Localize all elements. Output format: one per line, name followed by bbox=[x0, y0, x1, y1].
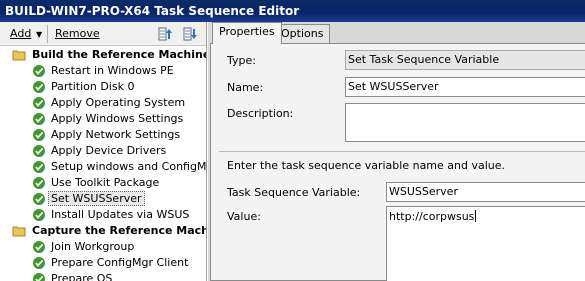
tree-step[interactable]: Prepare OS bbox=[0, 271, 206, 281]
check-icon bbox=[33, 257, 45, 269]
move-up-icon[interactable] bbox=[157, 26, 173, 42]
add-label: Add bbox=[10, 27, 32, 40]
check-icon bbox=[33, 241, 45, 253]
remove-button[interactable]: Remove bbox=[55, 26, 100, 42]
variable-field[interactable]: WSUSServer bbox=[386, 182, 585, 202]
name-field[interactable]: Set WSUSServer bbox=[345, 77, 585, 97]
chevron-down-icon[interactable]: ▼ bbox=[36, 27, 42, 43]
variable-label: Task Sequence Variable: bbox=[227, 186, 361, 199]
step-label: Prepare OS bbox=[51, 272, 113, 281]
step-label: Apply Operating System bbox=[51, 96, 186, 109]
check-icon bbox=[33, 161, 45, 173]
step-label: Use Toolkit Package bbox=[51, 176, 160, 189]
task-sequence-tree-pane: Add ▼ Remove Build the Reference Machine… bbox=[0, 22, 207, 281]
group-label: Build the Reference Machine bbox=[32, 48, 207, 61]
toolbar-divider bbox=[47, 25, 48, 43]
value-field[interactable]: http://corpwsus bbox=[386, 206, 585, 281]
description-field[interactable] bbox=[345, 103, 585, 142]
step-label: Apply Device Drivers bbox=[51, 144, 167, 157]
tree-toolbar: Add ▼ Remove bbox=[0, 22, 206, 46]
folder-icon bbox=[12, 226, 26, 237]
type-label: Type: bbox=[227, 54, 256, 67]
step-label: Apply Windows Settings bbox=[51, 112, 184, 125]
tree-step[interactable]: Join Workgroup bbox=[0, 239, 206, 255]
description-label: Description: bbox=[227, 107, 294, 120]
tree-step-selected[interactable]: Set WSUSServer bbox=[0, 191, 206, 207]
tree-step[interactable]: Apply Network Settings bbox=[0, 127, 206, 143]
tree-step[interactable]: Use Toolkit Package bbox=[0, 175, 206, 191]
tab-properties[interactable]: Properties bbox=[212, 22, 282, 44]
check-icon bbox=[33, 81, 45, 93]
check-icon bbox=[33, 129, 45, 141]
check-icon bbox=[33, 65, 45, 77]
step-label: Set WSUSServer bbox=[48, 191, 145, 206]
type-field: Set Task Sequence Variable bbox=[345, 50, 585, 70]
value-label: Value: bbox=[227, 210, 261, 223]
step-label: Apply Network Settings bbox=[51, 128, 181, 141]
add-menu-button[interactable]: Add bbox=[10, 26, 31, 42]
tree-step[interactable]: Restart in Windows PE bbox=[0, 63, 206, 79]
tree-group-capture[interactable]: Capture the Reference Machin bbox=[0, 223, 207, 239]
check-icon bbox=[33, 177, 45, 189]
tree-step[interactable]: Setup windows and ConfigMgr bbox=[0, 159, 207, 175]
task-sequence-tree: Build the Reference Machine Restart in W… bbox=[0, 47, 207, 281]
tab-strip: Properties Options bbox=[208, 22, 585, 44]
tree-step[interactable]: Partition Disk 0 bbox=[0, 79, 206, 95]
step-label: Setup windows and ConfigMgr bbox=[51, 160, 207, 173]
group-label: Capture the Reference Machin bbox=[32, 224, 207, 237]
instructions-text: Enter the task sequence variable name an… bbox=[227, 159, 506, 172]
check-icon bbox=[33, 273, 45, 281]
text-cursor bbox=[475, 210, 477, 222]
check-icon bbox=[33, 193, 45, 205]
step-label: Restart in Windows PE bbox=[51, 64, 174, 77]
folder-icon bbox=[12, 50, 26, 61]
value-text: http://corpwsus bbox=[389, 210, 475, 223]
step-label: Prepare ConfigMgr Client bbox=[51, 256, 189, 269]
check-icon bbox=[33, 145, 45, 157]
properties-pane: Properties Options Type: Set Task Sequen… bbox=[208, 22, 585, 281]
properties-panel: Type: Set Task Sequence Variable Name: S… bbox=[210, 43, 585, 281]
tree-step[interactable]: Prepare ConfigMgr Client bbox=[0, 255, 206, 271]
step-label: Install Updates via WSUS bbox=[51, 208, 190, 221]
remove-label: Remove bbox=[55, 27, 100, 40]
window-title: BUILD-WIN7-PRO-X64 Task Sequence Editor bbox=[0, 0, 585, 22]
tree-step[interactable]: Apply Operating System bbox=[0, 95, 206, 111]
tree-group-build[interactable]: Build the Reference Machine bbox=[0, 47, 207, 63]
section-divider bbox=[219, 151, 585, 152]
step-label: Partition Disk 0 bbox=[51, 80, 135, 93]
tree-step[interactable]: Install Updates via WSUS bbox=[0, 207, 206, 223]
check-icon bbox=[33, 113, 45, 125]
check-icon bbox=[33, 209, 45, 221]
step-label: Join Workgroup bbox=[51, 240, 135, 253]
tree-step[interactable]: Apply Windows Settings bbox=[0, 111, 206, 127]
tree-step[interactable]: Apply Device Drivers bbox=[0, 143, 206, 159]
tab-options[interactable]: Options bbox=[274, 24, 331, 43]
check-icon bbox=[33, 97, 45, 109]
name-label: Name: bbox=[227, 81, 264, 94]
move-down-icon[interactable] bbox=[182, 26, 198, 42]
